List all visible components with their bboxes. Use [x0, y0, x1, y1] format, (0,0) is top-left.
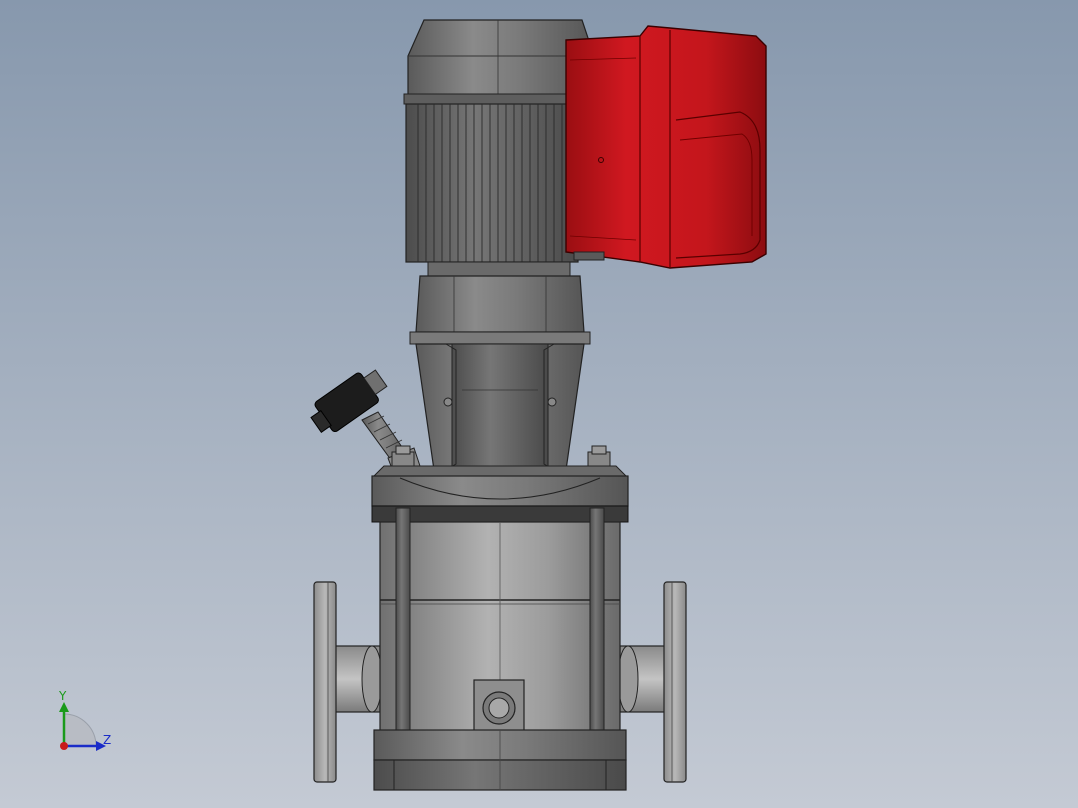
model-scene[interactable]: Y Z	[0, 0, 1078, 808]
motor-stool[interactable]	[415, 275, 585, 333]
drain-plug[interactable]	[473, 679, 525, 735]
x-axis-dot	[60, 742, 68, 750]
y-axis-label: Y	[58, 689, 67, 703]
terminal-box[interactable]	[565, 25, 767, 269]
motor-body[interactable]	[405, 103, 579, 263]
z-axis-label: Z	[103, 733, 111, 747]
coupling-guard[interactable]	[415, 343, 585, 471]
pump-base[interactable]	[373, 729, 627, 791]
3d-viewport[interactable]: Y Z	[0, 0, 1078, 808]
